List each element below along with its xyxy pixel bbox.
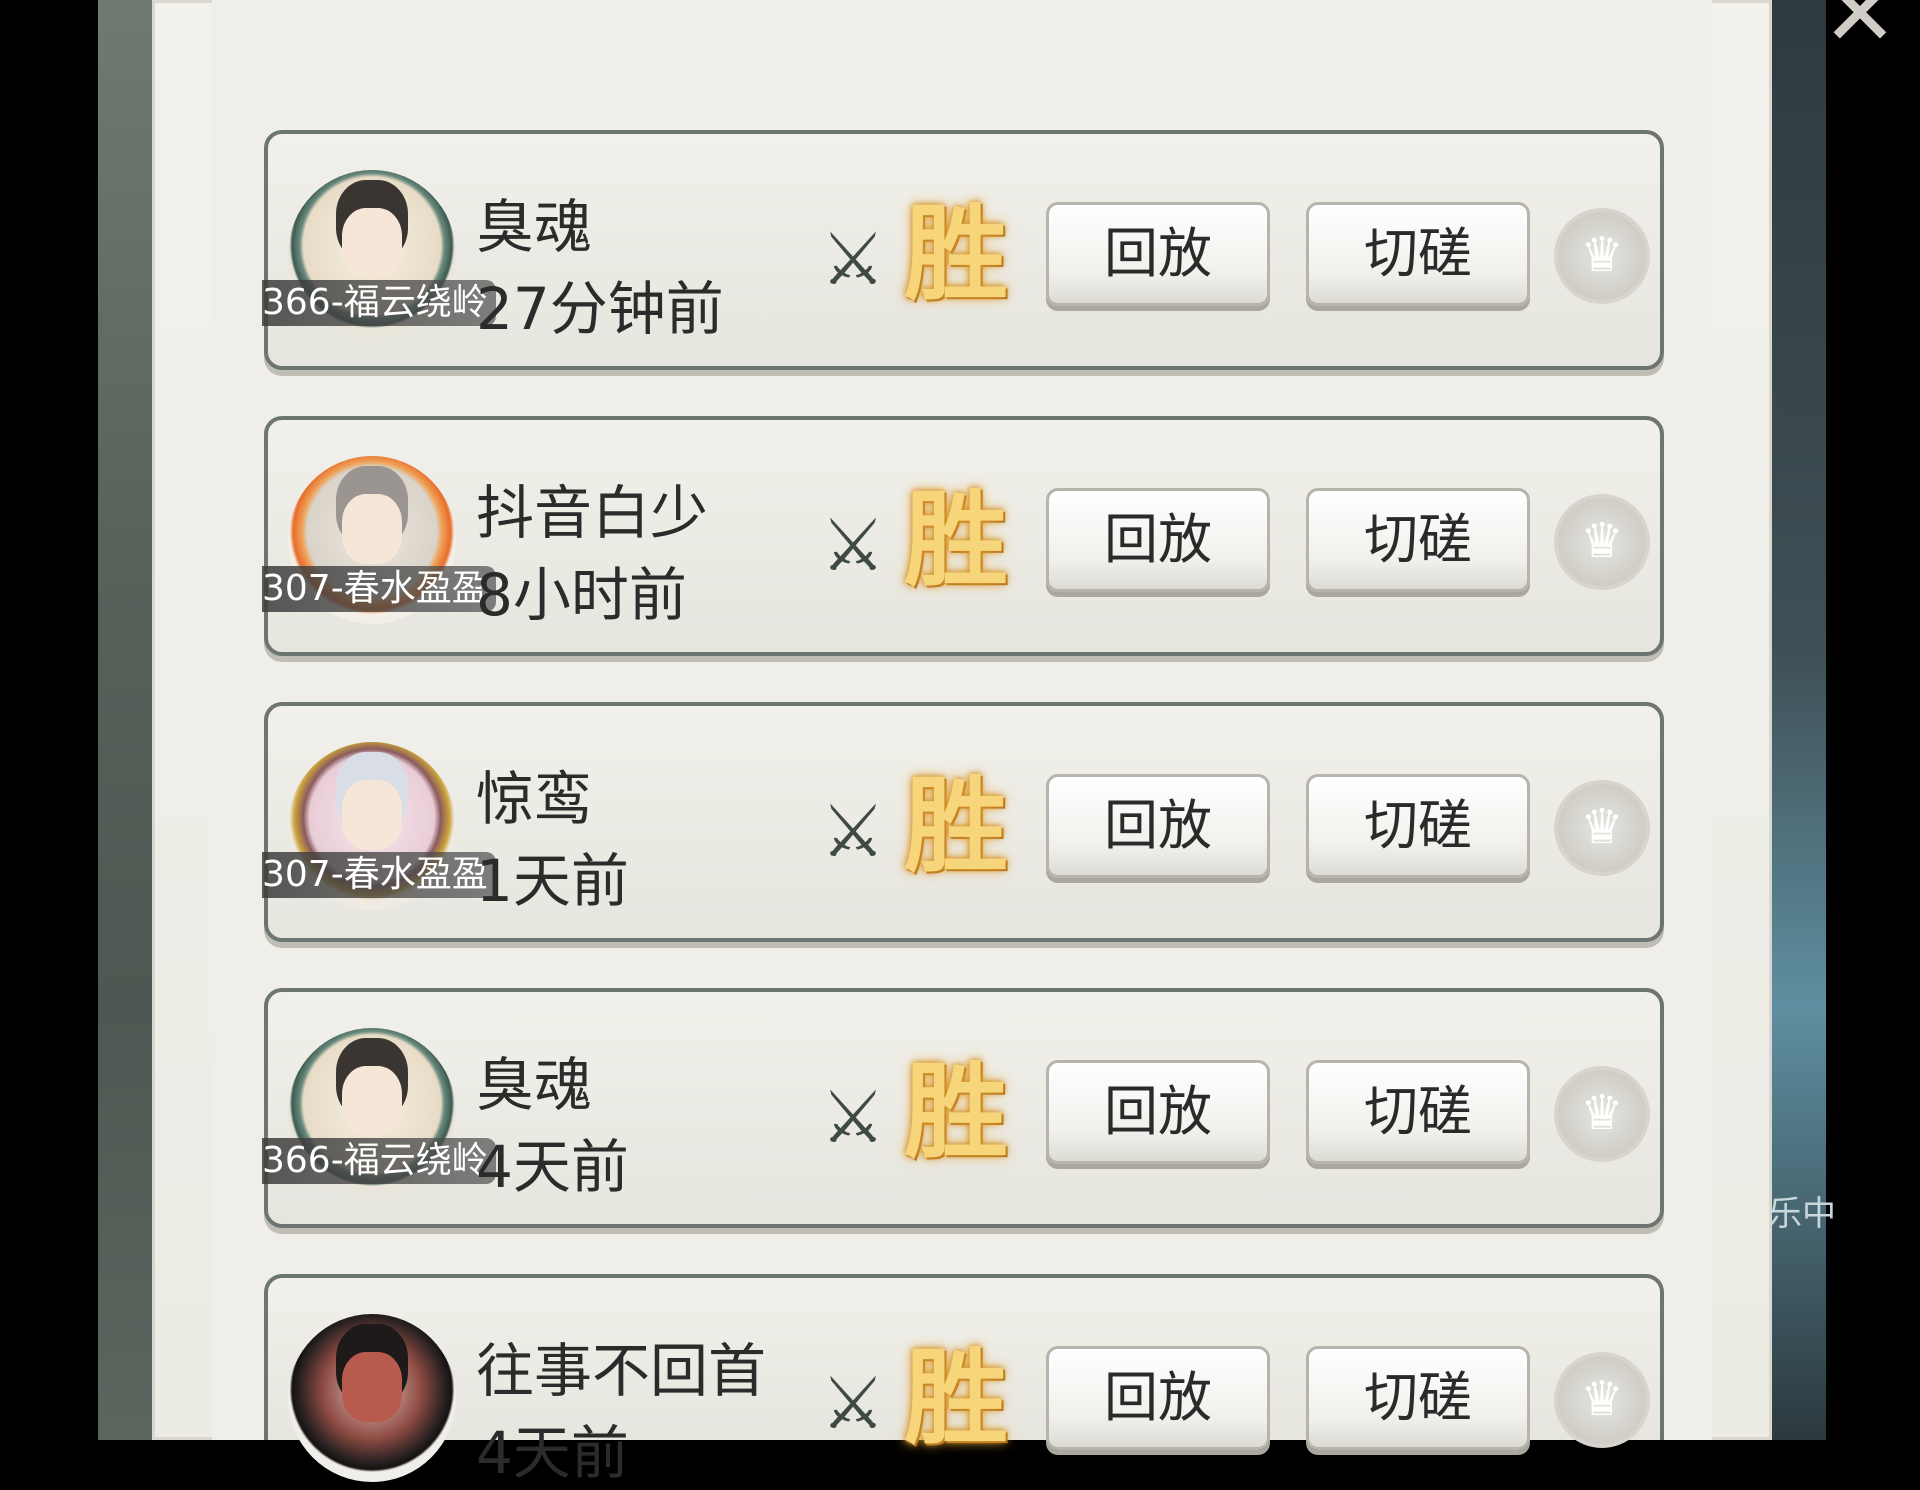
replay-button[interactable]: 回放	[1046, 774, 1270, 878]
crossed-swords-icon: ⚔	[820, 789, 886, 873]
player-name: 臭魂	[476, 1051, 593, 1119]
time-ago: 4天前	[476, 1133, 629, 1201]
result-badge: 胜	[904, 765, 1009, 887]
avatar-portrait	[342, 780, 402, 850]
replay-button[interactable]: 回放	[1046, 1060, 1270, 1164]
spar-button[interactable]: 切磋	[1306, 488, 1530, 592]
like-icon[interactable]: ♛	[1554, 1352, 1650, 1448]
background-partial-text: 乐中	[1768, 1194, 1836, 1234]
battle-record-row: 往事不回首 4天前 ⚔ 胜 回放 切磋 ♛	[264, 1274, 1664, 1487]
like-icon[interactable]: ♛	[1554, 1066, 1650, 1162]
crossed-swords-icon: ⚔	[820, 1075, 886, 1159]
like-icon[interactable]: ♛	[1554, 780, 1650, 876]
crossed-swords-icon: ⚔	[820, 1361, 886, 1445]
server-tag: 366-福云绕岭	[262, 1138, 496, 1184]
result-badge: 胜	[904, 1051, 1009, 1173]
replay-button[interactable]: 回放	[1046, 1346, 1270, 1450]
time-ago: 1天前	[476, 847, 629, 915]
battle-record-row: 366-福云绕岭 臭魂 27分钟前 ⚔ 胜 回放 切磋 ♛	[262, 130, 1664, 370]
avatar-portrait	[342, 494, 402, 564]
server-tag: 307-春水盈盈	[262, 566, 496, 612]
avatar-portrait	[342, 1352, 402, 1422]
close-icon[interactable]: ✕	[1812, 0, 1908, 60]
spar-button[interactable]: 切磋	[1306, 1060, 1530, 1164]
player-avatar[interactable]	[288, 1314, 456, 1482]
like-icon[interactable]: ♛	[1554, 494, 1650, 590]
avatar-portrait	[342, 1066, 402, 1136]
server-tag: 366-福云绕岭	[262, 280, 496, 326]
avatar-portrait	[342, 208, 402, 278]
battle-record-row: 307-春水盈盈 惊鸾 1天前 ⚔ 胜 回放 切磋 ♛	[262, 702, 1664, 942]
server-tag: 307-春水盈盈	[262, 852, 496, 898]
time-ago: 4天前	[476, 1419, 629, 1487]
crossed-swords-icon: ⚔	[820, 503, 886, 587]
player-name: 抖音白少	[476, 479, 709, 547]
like-icon[interactable]: ♛	[1554, 208, 1650, 304]
crossed-swords-icon: ⚔	[820, 217, 886, 301]
battle-record-row: 366-福云绕岭 臭魂 4天前 ⚔ 胜 回放 切磋 ♛	[262, 988, 1664, 1228]
player-name: 往事不回首	[476, 1337, 767, 1405]
replay-button[interactable]: 回放	[1046, 488, 1270, 592]
time-ago: 8小时前	[476, 561, 687, 629]
spar-button[interactable]: 切磋	[1306, 1346, 1530, 1450]
result-badge: 胜	[904, 479, 1009, 601]
replay-button[interactable]: 回放	[1046, 202, 1270, 306]
result-badge: 胜	[904, 1337, 1009, 1459]
battle-record-row: 307-春水盈盈 抖音白少 8小时前 ⚔ 胜 回放 切磋 ♛	[262, 416, 1664, 656]
spar-button[interactable]: 切磋	[1306, 202, 1530, 306]
player-name: 惊鸾	[476, 765, 593, 833]
time-ago: 27分钟前	[476, 275, 724, 343]
spar-button[interactable]: 切磋	[1306, 774, 1530, 878]
result-badge: 胜	[904, 193, 1009, 315]
player-name: 臭魂	[476, 193, 593, 261]
